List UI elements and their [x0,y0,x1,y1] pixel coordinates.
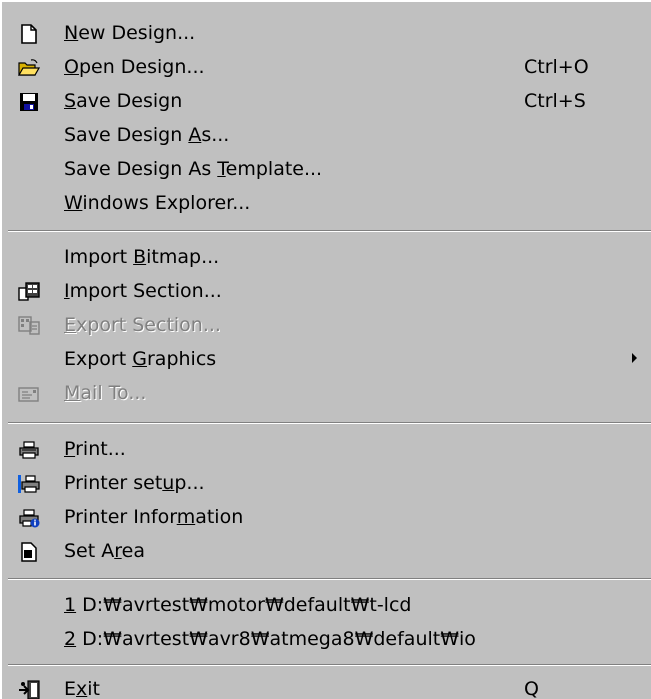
set-area-icon [18,542,40,562]
menu-item-recent-file-1[interactable]: 1 D:₩avrtest₩motor₩default₩t-lcd [2,588,651,622]
menu-item-exit[interactable]: Exit Q [2,672,651,699]
shortcut-label: Q [524,678,539,699]
menu-item-label: Export Graphics [64,348,217,370]
menu-item-save-design[interactable]: Save Design Ctrl+S [2,84,651,118]
menu-item-label: Print... [64,438,126,460]
menu-item-label: Save Design [64,90,183,112]
menu-item-label: Save Design As Template... [64,158,323,180]
submenu-arrow-icon [632,353,637,363]
menu-item-printer-setup[interactable]: Printer setup... [2,466,651,500]
menu-item-printer-information[interactable]: Printer Information [2,500,651,534]
printer-setup-icon [18,474,40,494]
menu-item-print[interactable]: Print... [2,432,651,466]
menu-item-recent-file-2[interactable]: 2 D:₩avrtest₩avr8₩atmega8₩default₩io [2,622,651,656]
menu-item-label: New Design... [64,22,196,44]
menu-item-label: Printer setup... [64,472,205,494]
mail-icon [18,384,40,404]
menu-item-label: Exit [64,678,100,699]
menu-item-label: Export Section... [64,314,221,336]
menu-item-save-design-as[interactable]: Save Design As... [2,118,651,152]
menu-item-label: Open Design... [64,56,205,78]
menu-item-save-design-as-template[interactable]: Save Design As Template... [2,152,651,186]
menu-item-label: Mail To... [64,382,147,404]
menu-item-import-bitmap[interactable]: Import Bitmap... [2,240,651,274]
menu-item-import-section[interactable]: Import Section... [2,274,651,308]
menu-separator [8,578,651,580]
menu-item-set-area[interactable]: Set Area [2,534,651,568]
new-document-icon [18,24,40,44]
menu-item-label: Set Area [64,540,145,562]
floppy-disk-icon [18,92,40,112]
menu-separator [8,230,651,232]
menu-item-mail-to: Mail To... [2,376,651,410]
export-section-icon [18,316,40,336]
file-menu: New Design... Open Design... Ctrl+O Save… [0,0,651,699]
menu-separator [8,664,651,666]
menu-item-open-design[interactable]: Open Design... Ctrl+O [2,50,651,84]
menu-item-label: Printer Information [64,506,244,528]
menu-item-label: 1 D:₩avrtest₩motor₩default₩t-lcd [64,594,412,616]
import-section-icon [18,282,40,302]
menu-item-label: Import Bitmap... [64,246,220,268]
menu-item-label: Windows Explorer... [64,192,251,214]
exit-icon [18,680,40,699]
menu-item-label: Import Section... [64,280,222,302]
menu-item-windows-explorer[interactable]: Windows Explorer... [2,186,651,220]
menu-item-export-graphics[interactable]: Export Graphics [2,342,651,376]
printer-info-icon [18,508,40,528]
menu-item-label: 2 D:₩avrtest₩avr8₩atmega8₩default₩io [64,628,476,650]
shortcut-label: Ctrl+S [524,90,586,112]
shortcut-label: Ctrl+O [524,56,589,78]
menu-separator [8,422,651,424]
menu-item-export-section: Export Section... [2,308,651,342]
open-folder-icon [18,58,40,78]
menu-item-label: Save Design As... [64,124,230,146]
menu-item-new-design[interactable]: New Design... [2,16,651,50]
printer-icon [18,440,40,460]
